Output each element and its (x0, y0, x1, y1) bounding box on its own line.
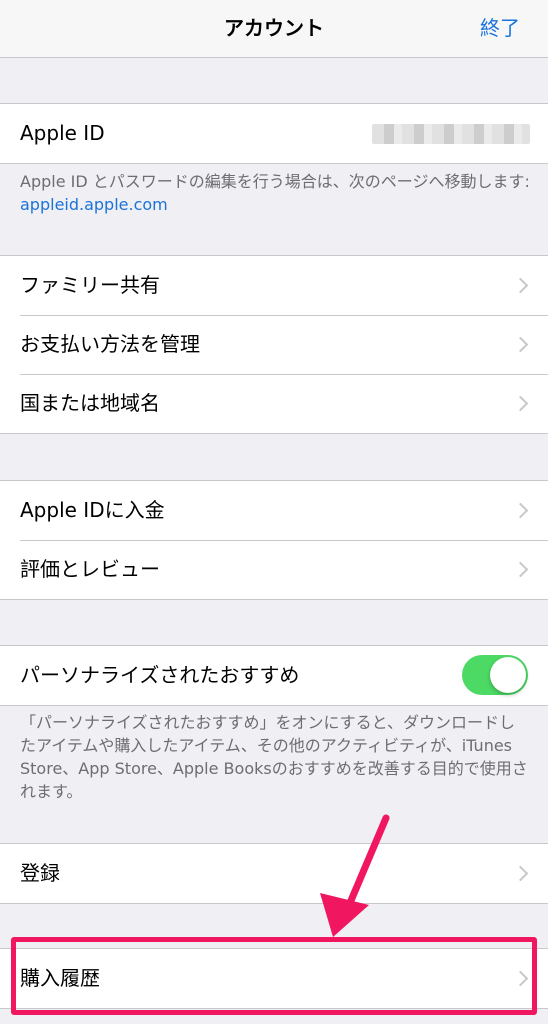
apple-id-footnote-text: Apple ID とパスワードの編集を行う場合は、次のページへ移動します: (20, 172, 530, 191)
toggle-knob (490, 657, 526, 693)
personalize-footnote: 「パーソナライズされたおすすめ」をオンにすると、ダウンロードしたアイテムや購入し… (20, 713, 528, 801)
subscriptions-label: 登録 (20, 861, 60, 885)
settings-group-1: ファミリー共有 お支払い方法を管理 国または地域名 (0, 255, 548, 434)
payment-methods-row[interactable]: お支払い方法を管理 (0, 315, 548, 374)
apple-id-footnote: Apple ID とパスワードの編集を行う場合は、次のページへ移動します: ap… (20, 170, 530, 216)
chevron-right-icon (512, 336, 529, 352)
personalized-recommendations-row: パーソナライズされたおすすめ (0, 646, 548, 705)
chevron-right-icon (512, 277, 529, 293)
settings-group-2: Apple IDに入金 評価とレビュー (0, 480, 548, 600)
purchase-history-highlight (11, 937, 537, 1015)
apple-id-group: Apple ID (0, 103, 548, 164)
add-funds-row[interactable]: Apple IDに入金 (0, 481, 548, 540)
done-button[interactable]: 終了 (480, 0, 520, 57)
country-region-label: 国または地域名 (20, 391, 160, 415)
appleid-link[interactable]: appleid.apple.com (20, 195, 168, 214)
account-screen: アカウント 終了 Apple ID Apple ID とパスワードの編集を行う場… (0, 0, 548, 1024)
apple-id-label: Apple ID (20, 121, 105, 145)
ratings-reviews-row[interactable]: 評価とレビュー (0, 540, 548, 599)
personalized-recommendations-label: パーソナライズされたおすすめ (20, 663, 300, 687)
chevron-right-icon (512, 865, 529, 881)
chevron-right-icon (512, 395, 529, 411)
subscriptions-row[interactable]: 登録 (0, 844, 548, 903)
personalize-group: パーソナライズされたおすすめ (0, 645, 548, 706)
family-sharing-label: ファミリー共有 (20, 273, 160, 297)
apple-id-row[interactable]: Apple ID (0, 104, 548, 163)
navigation-bar: アカウント 終了 (0, 0, 548, 58)
page-title: アカウント (224, 16, 324, 40)
personalized-recommendations-toggle[interactable] (462, 655, 528, 695)
country-region-row[interactable]: 国または地域名 (0, 374, 548, 433)
add-funds-label: Apple IDに入金 (20, 498, 165, 522)
apple-id-value-masked (372, 124, 530, 144)
payment-methods-label: お支払い方法を管理 (20, 332, 200, 356)
chevron-right-icon (512, 502, 529, 518)
ratings-reviews-label: 評価とレビュー (20, 557, 160, 581)
family-sharing-row[interactable]: ファミリー共有 (0, 256, 548, 315)
chevron-right-icon (512, 561, 529, 577)
subscriptions-group: 登録 (0, 843, 548, 904)
